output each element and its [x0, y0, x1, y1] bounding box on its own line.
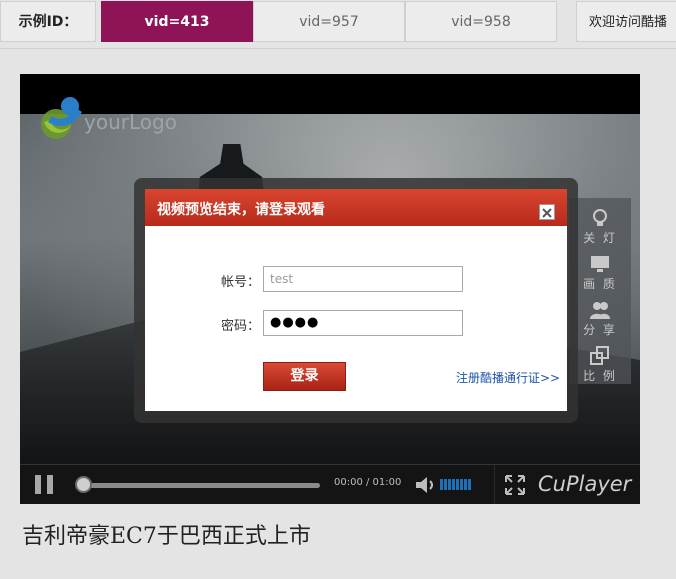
tab-vid-413[interactable]: vid=413 — [101, 1, 253, 42]
dialog-title: 视频预览结束，请登录观看 — [157, 202, 325, 218]
progress-handle[interactable] — [75, 476, 92, 493]
quality-button[interactable]: 画 质 — [569, 250, 631, 296]
volume-icon[interactable] — [415, 477, 437, 493]
pause-button[interactable] — [20, 465, 68, 504]
share-button[interactable]: 分 享 — [569, 296, 631, 342]
logo-text: yourLogo — [84, 110, 177, 134]
pause-icon-bar — [47, 475, 53, 494]
player-side-toolbar: 关 灯 画 质 分 享 比 例 — [569, 198, 631, 384]
fullscreen-icon — [505, 475, 525, 495]
progress-bar[interactable] — [76, 483, 320, 488]
welcome-link[interactable]: 欢迎访问酷播 — [576, 1, 676, 42]
lights-off-label: 关 灯 — [583, 231, 617, 245]
volume-bar — [440, 479, 443, 490]
register-link[interactable]: 注册酷播通行证>> — [456, 369, 560, 386]
fullscreen-button[interactable] — [494, 465, 535, 504]
logo-mark-icon — [41, 97, 82, 139]
login-button[interactable]: 登录 — [263, 362, 346, 391]
quality-label: 画 质 — [583, 277, 617, 291]
login-dialog: 视频预览结束，请登录观看 帐号： test 密码： ●●●● 登录 注册酷播通行… — [145, 189, 567, 411]
dialog-header: 视频预览结束，请登录观看 — [145, 189, 567, 226]
volume-bar — [468, 479, 471, 490]
divider — [0, 48, 676, 49]
people-icon — [590, 302, 610, 319]
time-display: 00:00 / 01:00 — [334, 477, 402, 488]
aspect-ratio-label: 比 例 — [583, 369, 617, 383]
lightbulb-icon — [593, 209, 607, 226]
player-brand: CuPlayer — [538, 472, 632, 496]
username-input[interactable]: test — [263, 266, 463, 292]
video-title: 吉利帝豪EC7于巴西正式上市 — [22, 524, 311, 549]
volume-bar — [452, 479, 455, 490]
aspect-ratio-icon — [590, 346, 609, 365]
volume-bar — [448, 479, 451, 490]
player-control-bar: 00:00 / 01:00 CuPlayer — [20, 464, 640, 504]
volume-bar — [464, 479, 467, 490]
volume-bar — [444, 479, 447, 490]
volume-bar — [460, 479, 463, 490]
aspect-ratio-button[interactable]: 比 例 — [569, 342, 631, 388]
top-bar: 示例ID： vid=413 vid=957 vid=958 欢迎访问酷播 — [0, 0, 676, 43]
example-id-label: 示例ID： — [0, 1, 96, 42]
close-icon — [542, 208, 552, 218]
close-button[interactable] — [539, 204, 555, 220]
lights-off-button[interactable]: 关 灯 — [569, 204, 631, 250]
pause-icon — [35, 475, 41, 494]
share-label: 分 享 — [583, 323, 617, 337]
tab-vid-957[interactable]: vid=957 — [253, 1, 405, 42]
password-label: 密码： — [221, 319, 261, 334]
password-input[interactable]: ●●●● — [263, 310, 463, 336]
volume-bar — [456, 479, 459, 490]
monitor-icon — [591, 256, 609, 272]
username-label: 帐号： — [221, 275, 261, 290]
tab-vid-958[interactable]: vid=958 — [405, 1, 557, 42]
